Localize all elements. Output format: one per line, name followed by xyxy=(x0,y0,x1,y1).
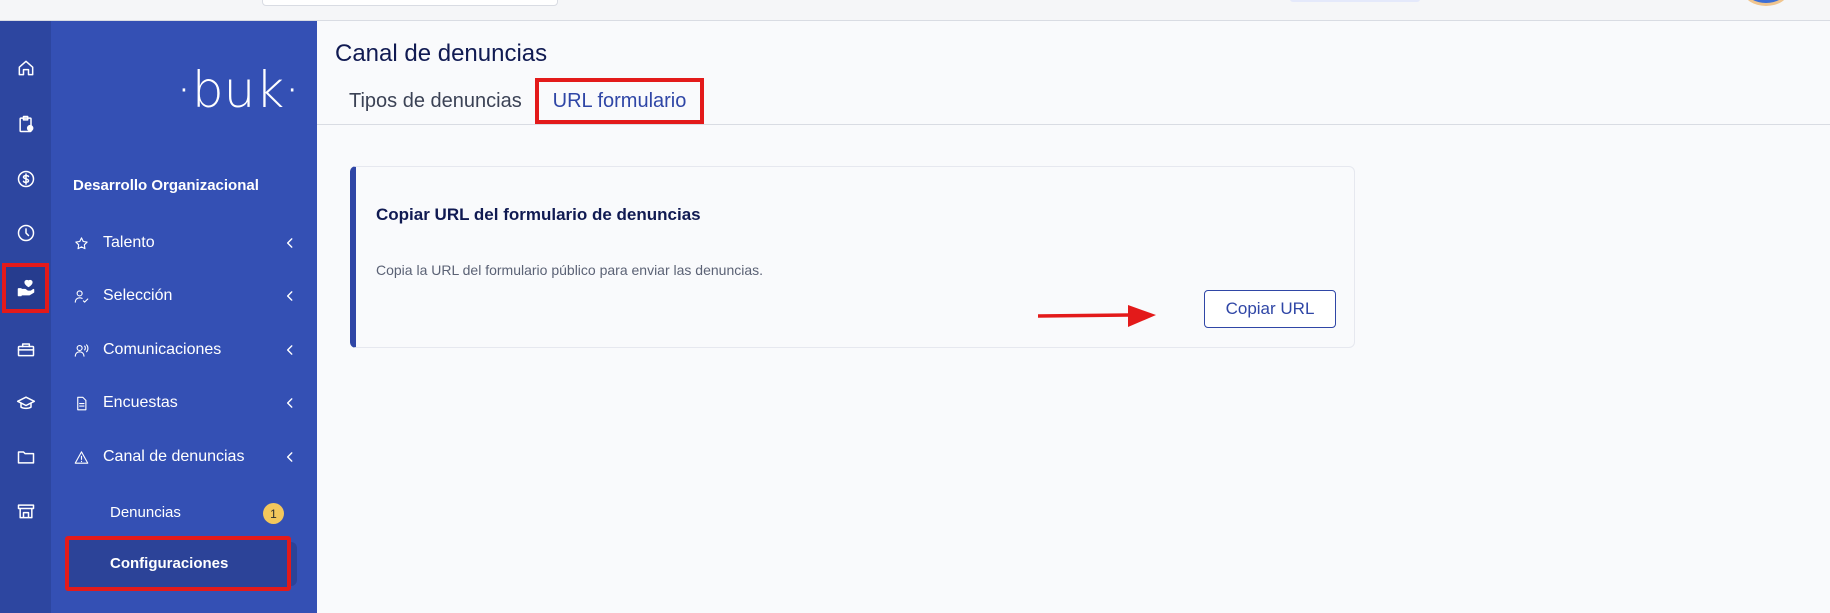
section-title: Desarrollo Organizacional xyxy=(73,177,259,194)
chevron-left-icon xyxy=(283,450,297,464)
sidebar-subitem-denuncias[interactable]: Denuncias xyxy=(110,504,181,521)
star-icon xyxy=(73,235,89,251)
tab-tipos-de-denuncias[interactable]: Tipos de denuncias xyxy=(349,78,522,124)
sidebar-item-label: Comunicaciones xyxy=(103,341,222,358)
chevron-left-icon xyxy=(283,343,297,357)
warning-triangle-icon xyxy=(73,449,89,465)
users-voice-icon xyxy=(73,342,89,358)
clipboard-icon[interactable] xyxy=(8,106,43,141)
store-icon[interactable] xyxy=(8,493,43,528)
sidebar-item-canal-de-denuncias[interactable]: Canal de denuncias xyxy=(73,442,305,472)
sidebar-item-talento[interactable]: Talento xyxy=(73,228,305,258)
tab-url-formulario[interactable]: URL formulario xyxy=(535,78,704,124)
sidebar-item-label: Selección xyxy=(103,287,173,304)
red-arrow-annotation xyxy=(1038,305,1156,327)
chevron-left-icon xyxy=(283,396,297,410)
chevron-left-icon xyxy=(283,236,297,250)
sidebar-item-label: Canal de denuncias xyxy=(103,448,245,465)
notification-badge: 1 xyxy=(263,503,284,524)
card-title: Copiar URL del formulario de denuncias xyxy=(376,205,701,224)
sidebar: ·buk· Desarrollo Organizacional Talento … xyxy=(51,21,317,613)
sidebar-item-encuestas[interactable]: Encuestas xyxy=(73,388,305,418)
sidebar-subitem-configuraciones[interactable]: Configuraciones xyxy=(65,536,291,591)
hand-heart-icon[interactable] xyxy=(2,263,49,313)
copy-url-button[interactable]: Copiar URL xyxy=(1204,290,1336,328)
sidebar-item-comunicaciones[interactable]: Comunicaciones xyxy=(73,335,305,365)
gift-icon[interactable] xyxy=(8,331,43,366)
card-description: Copia la URL del formulario público para… xyxy=(376,262,764,278)
graduation-cap-icon[interactable] xyxy=(8,385,43,420)
user-check-icon xyxy=(73,288,89,304)
avatar[interactable] xyxy=(1744,0,1788,6)
active-item-highlight xyxy=(291,542,297,586)
page-title: Canal de denuncias xyxy=(335,40,548,67)
dollar-coin-icon[interactable] xyxy=(8,161,43,196)
sidebar-item-label: Encuestas xyxy=(103,394,178,411)
icon-rail xyxy=(0,21,51,613)
sidebar-item-seleccion[interactable]: Selección xyxy=(73,281,305,311)
document-icon xyxy=(73,395,89,411)
tabs-divider xyxy=(317,124,1830,125)
folder-icon[interactable] xyxy=(8,439,43,474)
clock-icon[interactable] xyxy=(8,215,43,250)
buk-logo[interactable]: ·buk· xyxy=(176,65,300,115)
chevron-left-icon xyxy=(283,289,297,303)
top-pill-button[interactable] xyxy=(1290,0,1420,2)
top-bar xyxy=(0,0,1830,21)
sidebar-subitem-label: Configuraciones xyxy=(110,555,229,572)
sidebar-item-label: Talento xyxy=(103,234,155,251)
home-icon[interactable] xyxy=(8,50,43,85)
top-search-input[interactable] xyxy=(262,0,558,6)
